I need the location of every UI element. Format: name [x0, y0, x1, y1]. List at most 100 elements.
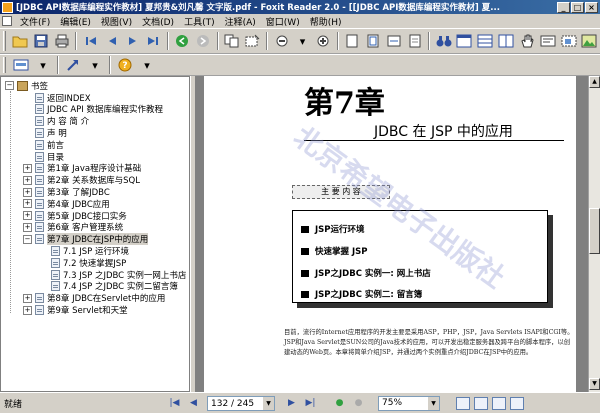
hand-tool-icon[interactable]: [519, 32, 536, 50]
snapshot-icon[interactable]: [244, 32, 261, 50]
expand-toggle[interactable]: +: [23, 175, 32, 185]
expand-toggle[interactable]: +: [23, 293, 32, 303]
document-view[interactable]: 第7章 JDBC 在 JSP 中的应用 主 要 内 容 JSP运行环境 快速掌握…: [196, 76, 588, 392]
expand-toggle[interactable]: +: [23, 222, 32, 232]
actual-size-icon[interactable]: [344, 32, 361, 50]
first-page-icon[interactable]: |◀: [168, 397, 181, 410]
continuous-icon[interactable]: [477, 32, 494, 50]
bookmark-item[interactable]: JDBC API 数据库编程实作教程: [23, 104, 163, 115]
close-button[interactable]: ×: [585, 1, 598, 13]
bookmark-item[interactable]: 7.2 快速掌握JSP: [39, 257, 126, 269]
scroll-down-icon[interactable]: ▼: [589, 378, 600, 390]
bookmark-item[interactable]: + 第9章 Servlet和天堂: [23, 304, 128, 316]
bookmark-item[interactable]: 声 明: [23, 127, 67, 139]
collapse-toggle[interactable]: −: [5, 81, 14, 91]
last-page-icon[interactable]: ▶|: [304, 397, 317, 410]
image-viewer-icon[interactable]: [581, 32, 598, 50]
fit-page-icon[interactable]: [365, 32, 382, 50]
help-icon[interactable]: ?: [116, 56, 134, 74]
facing-icon[interactable]: [498, 32, 515, 50]
bookmark-item[interactable]: 内 容 简 介: [23, 116, 89, 127]
bookmark-item[interactable]: 7.1 JSP 运行环境: [39, 245, 129, 257]
zoom-select[interactable]: 75% ▼: [378, 396, 440, 411]
bookmarks-root-label: 书签: [31, 81, 49, 92]
bookmark-item[interactable]: 7.4 JSP 之JDBC 实例二留言簿: [39, 281, 178, 292]
foxit-app-icon: [2, 1, 13, 13]
page-number-input[interactable]: 132 / 245 ▼: [207, 396, 275, 411]
zoom-in-icon[interactable]: [315, 32, 332, 50]
bookmark-item[interactable]: 返回INDEX: [23, 92, 91, 104]
bookmark-item[interactable]: + 第8章 JDBC在Servlet中的应用: [23, 293, 165, 304]
menu-edit[interactable]: 编辑(E): [55, 15, 96, 28]
bookmark-item[interactable]: − 第7章 JDBC在JSP中的应用: [23, 233, 149, 246]
expand-toggle[interactable]: +: [23, 163, 32, 173]
zoom-out-icon[interactable]: [273, 32, 290, 50]
select-text-icon[interactable]: [539, 32, 556, 50]
scroll-thumb[interactable]: [589, 208, 600, 254]
binoculars-icon[interactable]: [435, 32, 452, 50]
expand-toggle[interactable]: +: [23, 199, 32, 209]
arrow-dropdown-icon[interactable]: ▾: [86, 56, 104, 74]
save-icon[interactable]: [33, 32, 50, 50]
toolbar-grip[interactable]: [3, 57, 6, 73]
bookmark-page-icon: [35, 116, 44, 127]
menu-file[interactable]: 文件(F): [15, 15, 55, 28]
previous-page-icon[interactable]: [103, 32, 120, 50]
scroll-up-icon[interactable]: ▲: [589, 76, 600, 88]
bookmark-item[interactable]: + 第5章 JDBC接口实务: [23, 210, 127, 222]
menu-comments[interactable]: 注释(A): [220, 15, 261, 28]
select-image-icon[interactable]: [560, 32, 577, 50]
bookmark-item[interactable]: 前言: [23, 139, 64, 151]
bookmark-item[interactable]: + 第4章 JDBC应用: [23, 198, 110, 210]
maximize-button[interactable]: □: [571, 1, 584, 13]
expand-toggle[interactable]: +: [23, 305, 32, 315]
menu-window[interactable]: 窗口(W): [261, 15, 305, 28]
go-back-icon[interactable]: ●: [333, 397, 346, 410]
menu-help[interactable]: 帮助(H): [305, 15, 347, 28]
zoom-dropdown-icon[interactable]: ▼: [428, 397, 439, 410]
menu-document[interactable]: 文档(D): [137, 15, 179, 28]
single-page-view-icon[interactable]: [456, 397, 470, 410]
bullet-icon: [301, 247, 309, 255]
form-icon[interactable]: [12, 56, 30, 74]
print-icon[interactable]: [54, 32, 71, 50]
vertical-scrollbar[interactable]: ▲ ▼: [588, 76, 600, 392]
single-page-icon[interactable]: [456, 32, 473, 50]
next-page-icon[interactable]: [124, 32, 141, 50]
bookmark-item[interactable]: + 第6章 客户管理系统: [23, 222, 123, 233]
zoom-dropdown-icon[interactable]: ▾: [294, 32, 311, 50]
copy-icon[interactable]: [224, 32, 241, 50]
collapse-toggle[interactable]: −: [23, 234, 32, 244]
bookmark-item[interactable]: 目录: [23, 151, 64, 163]
menu-view[interactable]: 视图(V): [96, 15, 137, 28]
bookmarks-root[interactable]: − 书签: [5, 80, 49, 92]
continuous-view-icon[interactable]: [474, 397, 488, 410]
go-back-icon[interactable]: [174, 32, 191, 50]
help-dropdown-icon[interactable]: ▾: [138, 56, 156, 74]
pdf-page[interactable]: 第7章 JDBC 在 JSP 中的应用 主 要 内 容 JSP运行环境 快速掌握…: [204, 76, 576, 392]
expand-toggle[interactable]: +: [23, 187, 32, 197]
menu-tools[interactable]: 工具(T): [179, 15, 220, 28]
form-dropdown-icon[interactable]: ▾: [34, 56, 52, 74]
first-page-icon[interactable]: [82, 32, 99, 50]
document-icon[interactable]: [2, 16, 12, 26]
bookmark-item[interactable]: + 第3章 了解JDBC: [23, 186, 110, 198]
continuous-facing-view-icon[interactable]: [510, 397, 524, 410]
fit-width-icon[interactable]: [385, 32, 402, 50]
previous-page-icon[interactable]: ◀: [187, 397, 200, 410]
page-dropdown-icon[interactable]: ▼: [263, 397, 274, 410]
facing-view-icon[interactable]: [492, 397, 506, 410]
bookmark-item[interactable]: 7.3 JSP 之JDBC 实例一网上书店: [39, 269, 186, 281]
bookmark-item[interactable]: + 第2章 关系数据库与SQL: [23, 175, 140, 186]
open-folder-icon[interactable]: [12, 32, 29, 50]
arrow-tool-icon[interactable]: [64, 56, 82, 74]
fit-visible-icon[interactable]: [406, 32, 423, 50]
go-forward-icon[interactable]: ●: [352, 397, 365, 410]
toolbar-grip[interactable]: [3, 31, 6, 51]
last-page-icon[interactable]: [145, 32, 162, 50]
bookmark-item[interactable]: + 第1章 Java程序设计基础: [23, 163, 141, 174]
minimize-button[interactable]: _: [557, 1, 570, 13]
go-forward-icon[interactable]: [195, 32, 212, 50]
expand-toggle[interactable]: +: [23, 211, 32, 221]
next-page-icon[interactable]: ▶: [285, 397, 298, 410]
